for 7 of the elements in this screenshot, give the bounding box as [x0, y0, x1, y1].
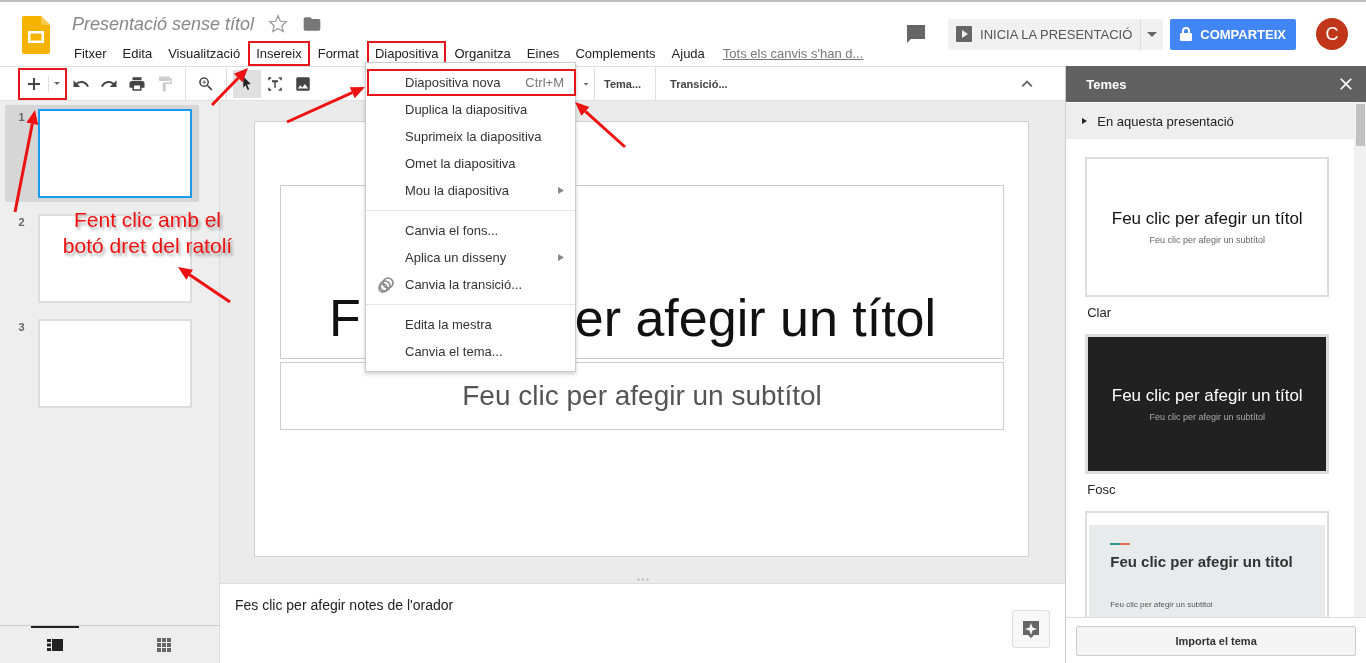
slide-number: 1 [18, 111, 25, 123]
theme-name: Fosc [1087, 482, 1117, 497]
slide-number: 3 [18, 321, 25, 333]
slide-number: 2 [18, 216, 25, 228]
theme-name: Clar [1087, 305, 1113, 320]
annotation-text: Fent clic amb el botó dret del ratolí [61, 207, 234, 259]
panel-title: Temes [1086, 76, 1127, 92]
